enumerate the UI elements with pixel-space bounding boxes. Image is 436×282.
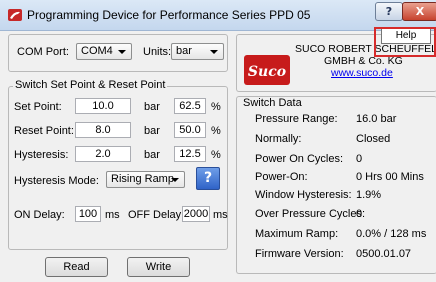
hysteresis-help-button[interactable]: ? — [196, 167, 220, 190]
switch-data-label: Power-On: — [255, 171, 308, 183]
hysteresis-percent-sign: % — [211, 149, 221, 161]
com-port-select[interactable]: COM4 — [76, 43, 132, 60]
switch-data-value: 0 — [356, 208, 363, 220]
chevron-down-icon — [210, 50, 218, 54]
hysteresis-percent-input[interactable]: 12.5 — [174, 146, 206, 162]
off-delay-unit: ms — [213, 209, 228, 221]
switch-data-value: 1.9% — [356, 189, 382, 201]
hysteresis-mode-value: Rising Ramp — [111, 173, 174, 185]
reset-point-label: Reset Point: — [14, 125, 74, 137]
switch-data-label: Power On Cycles: — [255, 153, 344, 165]
svg-text:Suco: Suco — [248, 64, 286, 80]
app-icon — [8, 9, 22, 21]
switch-data-value: 0.0% / 128 ms — [356, 228, 427, 240]
switch-point-group-title: Switch Set Point & Reset Point — [13, 79, 168, 91]
switch-data-label: Normally: — [255, 133, 302, 145]
switch-data-value: Closed — [356, 133, 391, 145]
reset-point-unit: bar — [144, 125, 160, 137]
company-website-link[interactable]: www.suco.de — [331, 67, 393, 79]
set-point-percent-input[interactable]: 62.5 — [174, 98, 206, 114]
read-button[interactable]: Read — [45, 257, 108, 277]
hysteresis-mode-select[interactable]: Rising Ramp — [106, 171, 185, 188]
switch-data-value: 0 Hrs 00 Mins — [356, 171, 424, 183]
chevron-down-icon — [171, 178, 179, 182]
close-button[interactable]: X — [402, 2, 436, 21]
on-delay-label: ON Delay: — [14, 209, 65, 221]
tooltip-highlight — [374, 27, 436, 57]
company-logo: Suco — [244, 55, 290, 85]
hysteresis-label: Hysteresis: — [14, 149, 69, 161]
window-title: Programming Device for Performance Serie… — [27, 8, 311, 22]
off-delay-label: OFF Delay: — [128, 209, 185, 221]
set-point-input[interactable]: 10.0 — [75, 98, 131, 114]
set-point-unit: bar — [144, 101, 160, 113]
switch-data-label: Over Pressure Cycles: — [255, 208, 366, 220]
write-button[interactable]: Write — [127, 257, 190, 277]
switch-data-label: Maximum Ramp: — [255, 228, 339, 240]
switch-data-label: Firmware Version: — [255, 248, 344, 260]
switch-data-label: Pressure Range: — [255, 113, 338, 125]
reset-point-input[interactable]: 8.0 — [75, 122, 131, 138]
help-title-button[interactable]: ? — [375, 2, 403, 21]
units-value: bar — [176, 45, 192, 57]
on-delay-unit: ms — [105, 209, 120, 221]
switch-data-title: Switch Data — [243, 97, 302, 109]
switch-data-label: Window Hysteresis: — [255, 189, 352, 201]
set-point-label: Set Point: — [14, 101, 62, 113]
units-label: Units: — [143, 46, 172, 58]
switch-data-value: 0 — [356, 153, 363, 165]
off-delay-input[interactable]: 2000 — [182, 206, 210, 222]
com-port-label: COM Port: — [17, 46, 69, 58]
set-point-percent-sign: % — [211, 101, 221, 113]
units-select[interactable]: bar — [171, 43, 224, 60]
on-delay-input[interactable]: 100 — [75, 206, 101, 222]
hysteresis-input[interactable]: 2.0 — [75, 146, 131, 162]
chevron-down-icon — [118, 50, 126, 54]
reset-point-percent-input[interactable]: 50.0 — [174, 122, 206, 138]
hysteresis-mode-label: Hysteresis Mode: — [14, 175, 99, 187]
switch-data-value: 16.0 bar — [356, 113, 397, 125]
com-port-value: COM4 — [81, 45, 113, 57]
hysteresis-unit: bar — [144, 149, 160, 161]
reset-point-percent-sign: % — [211, 125, 221, 137]
switch-data-value: 0500.01.07 — [356, 248, 412, 260]
